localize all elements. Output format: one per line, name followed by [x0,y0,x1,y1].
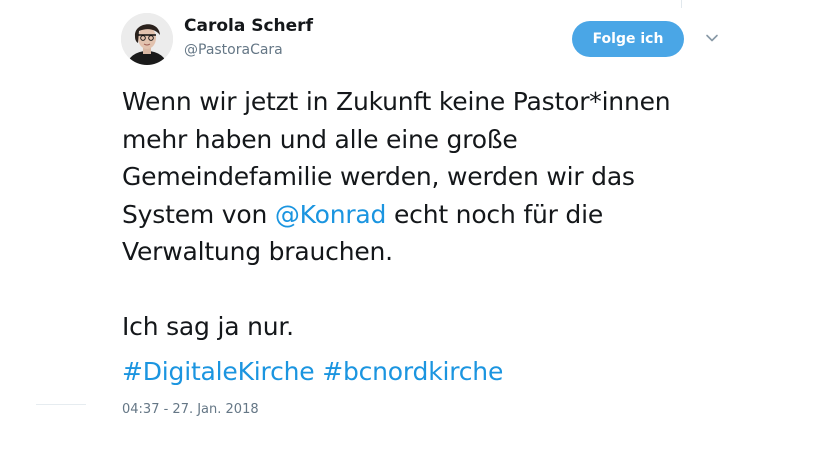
hashtag-link[interactable]: #DigitaleKirche [122,357,315,386]
tweet-text-line: Verwaltung brauchen. [122,237,393,266]
user-handle[interactable]: @PastoraCara [184,42,283,58]
tweet-text: Wenn wir jetzt in Zukunft keine Pastor*i… [122,83,722,346]
display-name[interactable]: Carola Scherf [184,16,313,36]
tweet-text-line: Gemeindefamilie werden, werden wir das [122,162,635,191]
tweet-text-segment: echt noch für die [386,199,604,229]
chevron-down-icon[interactable] [702,28,722,48]
hashtag-row: #DigitaleKirche #bcnordkirche [122,353,503,390]
divider [36,404,86,405]
tweet-card: Carola Scherf @PastoraCara Folge ich Wen… [0,0,825,465]
avatar[interactable] [121,13,173,65]
tweet-timestamp[interactable]: 04:37 - 27. Jan. 2018 [122,402,259,417]
follow-button[interactable]: Folge ich [572,21,684,57]
avatar-photo [121,13,173,65]
tweet-text-line: Wenn wir jetzt in Zukunft keine Pastor*i… [122,87,671,116]
tweet-text-line: mehr haben und alle eine große [122,124,518,154]
tweet-text-line: Ich sag ja nur. [122,312,294,341]
divider [681,0,682,8]
tweet-text-segment: System von [122,199,275,229]
mention-link[interactable]: @Konrad [275,200,387,229]
tweet-text-line: System von @Konrad echt noch für die [122,196,722,234]
hashtag-link[interactable]: #bcnordkirche [322,357,503,386]
